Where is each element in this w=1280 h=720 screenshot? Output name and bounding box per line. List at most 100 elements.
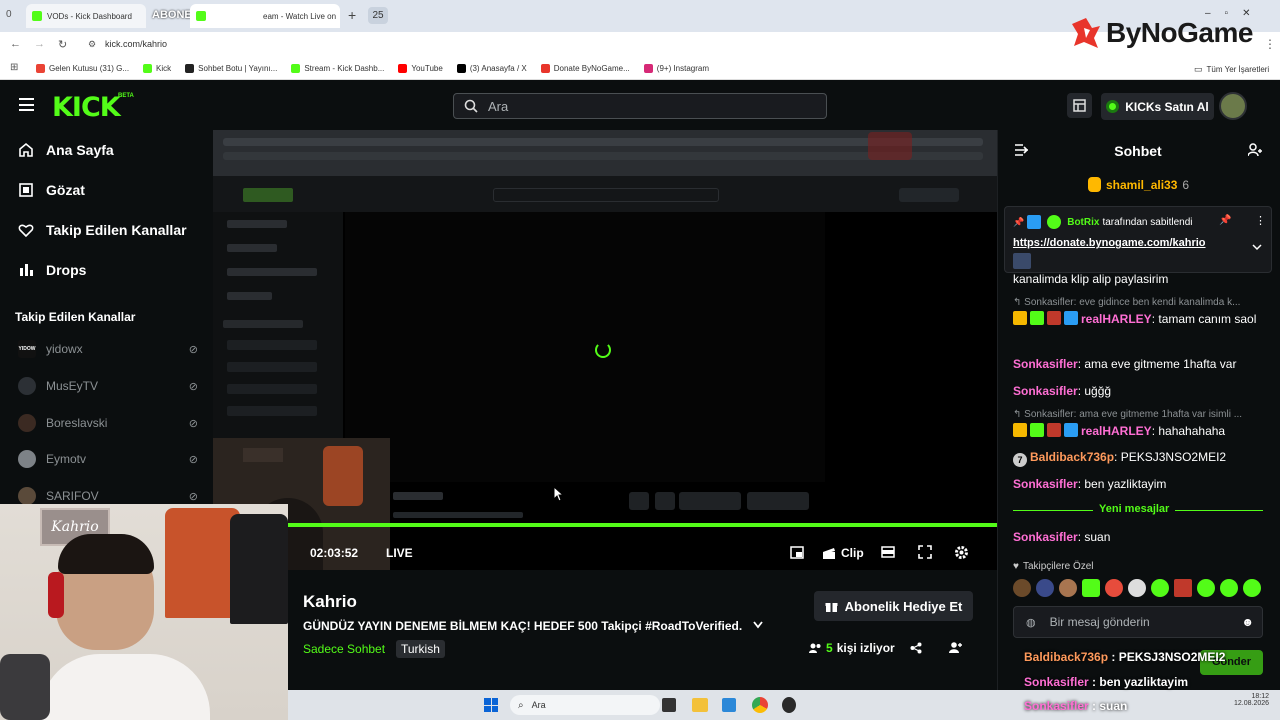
bookmark-kick[interactable]: Kick bbox=[143, 64, 171, 73]
emote-icon[interactable] bbox=[1082, 579, 1100, 597]
channel-avatar bbox=[18, 450, 36, 468]
chevron-down-icon[interactable] bbox=[1252, 244, 1262, 251]
file-explorer-icon[interactable] bbox=[692, 698, 708, 712]
video-player[interactable] bbox=[213, 130, 997, 570]
emote-bar[interactable] bbox=[1013, 579, 1266, 597]
crown-badge-icon bbox=[1013, 423, 1027, 437]
channel-item[interactable]: SARIFOV ⊘ bbox=[18, 487, 198, 505]
overlay-chat-message: Sonkasifler : suan bbox=[1024, 699, 1128, 713]
user-avatar[interactable] bbox=[1219, 92, 1247, 120]
x-badge-icon bbox=[1047, 311, 1061, 325]
obs-icon[interactable] bbox=[782, 697, 796, 713]
search-input[interactable]: Ara bbox=[453, 93, 827, 119]
all-bookmarks[interactable]: ▭ Tüm Yer İşaretleri bbox=[1194, 64, 1269, 75]
apps-grid-icon[interactable]: ⊞ bbox=[10, 62, 18, 73]
share-icon[interactable] bbox=[910, 642, 922, 654]
channel-item[interactable]: YIDOW yidowx ⊘ bbox=[18, 340, 198, 358]
bot-badge-icon bbox=[1027, 215, 1042, 229]
channel-item[interactable]: Eymotv ⊘ bbox=[18, 450, 198, 468]
category-tag[interactable]: Sadece Sohbet bbox=[303, 642, 385, 656]
theater-mode-icon[interactable] bbox=[881, 546, 895, 558]
bookmark-donate[interactable]: Donate ByNoGame... bbox=[540, 64, 630, 73]
emote-icon[interactable] bbox=[1059, 579, 1077, 597]
bookmark-sohbet-botu[interactable]: Sohbet Botu | Yayını... bbox=[185, 64, 277, 73]
pinned-link[interactable]: https://donate.bynogame.com/kahrio bbox=[1013, 237, 1206, 249]
url-text[interactable]: kick.com/kahrio bbox=[105, 39, 167, 49]
chevron-down-icon[interactable] bbox=[753, 621, 763, 629]
windows-start-icon[interactable] bbox=[484, 698, 498, 712]
overlay-chat-message: Sonkasifler : ben yazliktayim bbox=[1024, 675, 1189, 689]
instagram-icon bbox=[643, 64, 653, 73]
youtube-icon bbox=[398, 64, 408, 73]
chat-title: Sohbet bbox=[1114, 143, 1162, 159]
chat-input[interactable]: ◍ Bir mesaj gönderin ☻ bbox=[1013, 606, 1263, 638]
channel-item[interactable]: MusEyTV ⊘ bbox=[18, 377, 198, 395]
forward-icon[interactable]: → bbox=[34, 38, 45, 50]
gift-subscription-button[interactable]: Abonelik Hediye Et bbox=[814, 591, 973, 621]
tab-vods[interactable]: VODs - Kick Dashboard bbox=[26, 4, 146, 28]
chat-top-leader[interactable]: shamil_ali33 6 bbox=[1088, 177, 1189, 192]
collapse-chat-icon[interactable] bbox=[1014, 144, 1029, 156]
kick-icon bbox=[143, 64, 153, 73]
bookmark-instagram[interactable]: (9+) Instagram bbox=[643, 64, 709, 73]
emote-icon[interactable] bbox=[1243, 579, 1261, 597]
chat-message: realHARLEY: hahahahaha bbox=[1013, 422, 1268, 440]
tab-stream[interactable]: eam - Watch Live on bbox=[190, 4, 340, 28]
sidebar-item-following[interactable]: Takip Edilen Kanallar bbox=[18, 222, 187, 238]
tab-counter-right[interactable]: 25 bbox=[368, 7, 388, 24]
reply-context[interactable]: ↰ Sonkasifler: eve gidince ben kendi kan… bbox=[1013, 297, 1273, 308]
channel-avatar: YIDOW bbox=[18, 340, 36, 358]
taskbar-search[interactable]: ⌕ Ara bbox=[510, 695, 660, 715]
x-badge-icon bbox=[1047, 423, 1061, 437]
emote-icon[interactable] bbox=[1151, 579, 1169, 597]
live-progress-bar[interactable] bbox=[288, 523, 997, 527]
site-info-icon[interactable]: ⚙ bbox=[88, 39, 96, 50]
folder-icon: ▭ bbox=[1194, 64, 1203, 74]
channel-name[interactable]: Kahrio bbox=[303, 592, 357, 612]
store-icon[interactable] bbox=[722, 698, 736, 712]
jersey-black bbox=[230, 514, 288, 624]
new-tab-icon[interactable]: + bbox=[348, 7, 356, 23]
emote-icon[interactable] bbox=[1013, 579, 1031, 597]
bookmark-x[interactable]: (3) Anasayfa / X bbox=[456, 64, 527, 73]
back-icon[interactable]: ← bbox=[10, 38, 21, 50]
chat-users-icon[interactable] bbox=[1248, 143, 1263, 157]
windows-taskbar: ⌕ Ara 18:12 12.08.2026 bbox=[288, 690, 1280, 720]
unpin-icon[interactable]: 📌 bbox=[1219, 215, 1231, 226]
sidebar-item-browse[interactable]: Gözat bbox=[18, 182, 85, 198]
live-label[interactable]: LIVE bbox=[386, 546, 413, 560]
emote-icon[interactable] bbox=[1128, 579, 1146, 597]
bookmark-youtube[interactable]: YouTube bbox=[398, 64, 443, 73]
channel-item[interactable]: Boreslavski ⊘ bbox=[18, 414, 198, 432]
settings-gear-icon[interactable] bbox=[954, 545, 969, 560]
bookmark-stream-dashboard[interactable]: Stream - Kick Dashb... bbox=[291, 64, 384, 73]
kick-logo[interactable]: KICK bbox=[52, 92, 121, 123]
pinned-message[interactable]: 📌 BotRix tarafından sabitlendi 📌 ⋮ https… bbox=[1004, 206, 1272, 273]
chrome-icon[interactable] bbox=[752, 697, 768, 713]
emote-icon[interactable] bbox=[1220, 579, 1238, 597]
emote-icon[interactable] bbox=[1197, 579, 1215, 597]
buy-kicks-button[interactable]: KICKs Satın Al bbox=[1101, 93, 1214, 120]
taskbar-clock[interactable]: 18:12 12.08.2026 bbox=[1234, 693, 1269, 707]
sidebar-item-drops[interactable]: Drops bbox=[18, 262, 86, 278]
more-options-icon[interactable]: ⋮ bbox=[1255, 214, 1266, 227]
emote-icon[interactable] bbox=[1105, 579, 1123, 597]
reply-context[interactable]: ↰ Sonkasifler: ama eve gitmeme 1hafta va… bbox=[1013, 409, 1273, 420]
mirrored-kick-header bbox=[213, 176, 997, 212]
bookmark-gmail[interactable]: Gelen Kutusu (31) G... bbox=[36, 64, 129, 73]
clip-button[interactable]: Clip bbox=[822, 546, 864, 560]
sidebar-item-home[interactable]: Ana Sayfa bbox=[18, 142, 114, 158]
emoji-icon[interactable]: ☻ bbox=[1241, 615, 1254, 629]
task-view-icon[interactable] bbox=[662, 698, 676, 712]
reload-icon[interactable]: ↻ bbox=[58, 38, 67, 51]
fullscreen-icon[interactable] bbox=[918, 545, 932, 559]
language-tag[interactable]: Turkish bbox=[396, 640, 445, 658]
hamburger-menu-icon[interactable] bbox=[19, 98, 34, 111]
follow-user-icon[interactable] bbox=[949, 641, 962, 654]
browser-menu-icon[interactable]: ⋮ bbox=[1264, 37, 1276, 51]
heart-icon bbox=[18, 224, 34, 238]
mini-player-icon[interactable] bbox=[790, 546, 804, 559]
emote-icon[interactable] bbox=[1036, 579, 1054, 597]
layout-toggle-button[interactable] bbox=[1067, 93, 1092, 118]
emote-icon[interactable] bbox=[1174, 579, 1192, 597]
